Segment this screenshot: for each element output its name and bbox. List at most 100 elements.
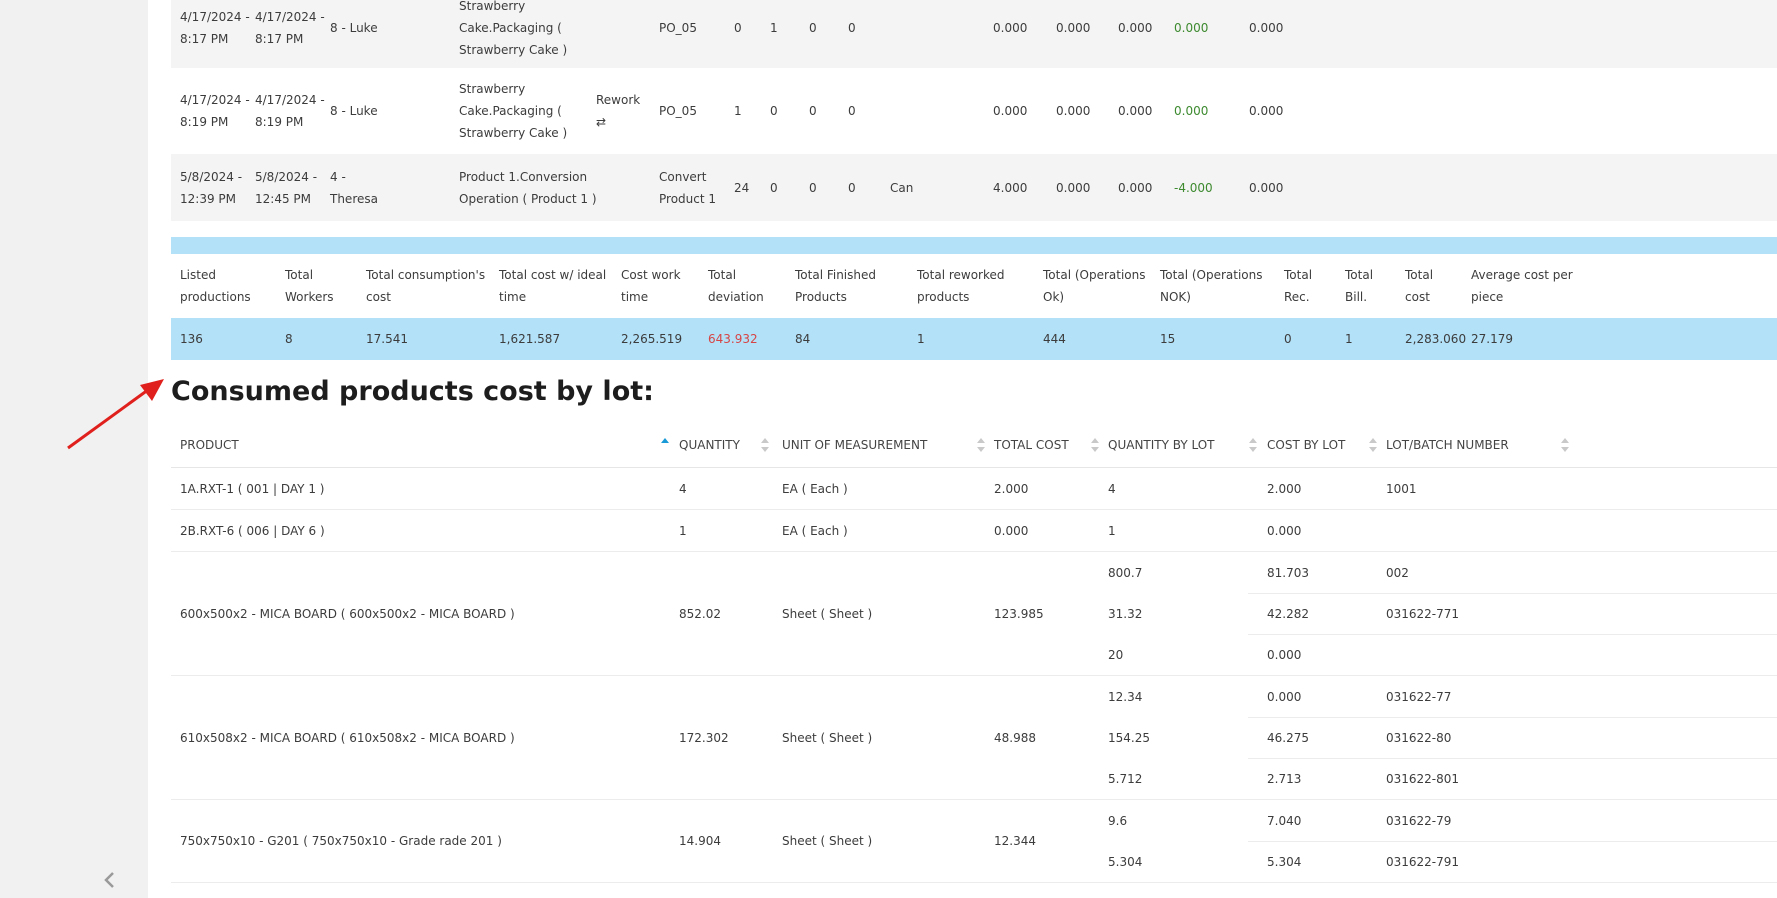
cell-product: 600x500x2 - MICA BOARD ( 600x500x2 - MIC…	[180, 606, 515, 621]
lot-subrow: 800.7 81.703 002	[1108, 552, 1777, 594]
cell-lot-cost: 0.000	[1267, 689, 1302, 704]
column-header[interactable]: TOTAL COST	[994, 423, 1069, 467]
column-header[interactable]: COST BY LOT	[1267, 423, 1345, 467]
cell-lot-qty: 20	[1108, 647, 1124, 662]
sort-icon[interactable]	[977, 437, 985, 453]
cell-c2-text: 0.000	[1056, 180, 1091, 195]
cell-lot-cost: 2.713	[1267, 771, 1302, 786]
cell-n1-text: 24	[734, 180, 750, 195]
summary-values-row: 136 8 17.541 1,621.587 2,265.519 643.932 84 1 44…	[171, 318, 1777, 360]
summary-value-cell: 17.541	[366, 332, 408, 346]
cell-lot-cost: 46.275	[1267, 730, 1309, 745]
cell-worker-text: 4 - Theresa	[330, 169, 378, 206]
column-header[interactable]: QUANTITY BY LOT	[1108, 423, 1215, 467]
summary-header-cell: Total (Operations NOK)	[1160, 268, 1263, 304]
cell-total_cost: 0.000	[994, 523, 1029, 538]
table-header: PRODUCT QUANTITY UNIT OF MEASUREMENT TOTAL …	[171, 423, 1777, 468]
cell-c3: 0.000	[1118, 68, 1168, 154]
main-content: 4/17/2024 - 8:17 PM 4/17/2024 - 8:17 PM 8 …	[171, 0, 1777, 898]
cell-lot-cost: 2.000	[1267, 481, 1302, 496]
summary-value-cell: 15	[1160, 332, 1176, 346]
section-title: Consumed products cost by lot:	[171, 376, 654, 407]
cell-n3: 0	[809, 154, 839, 221]
summary-value-cell: 136	[180, 332, 203, 346]
sort-ascending-icon[interactable]	[661, 437, 669, 453]
cell-dev: 0.000	[1174, 68, 1234, 154]
cell-n4: 0	[848, 154, 878, 221]
column-header[interactable]: LOT/BATCH NUMBER	[1386, 423, 1509, 467]
collapse-sidebar-button[interactable]	[96, 866, 124, 894]
summary-header: Listed productions Total Workers Total con…	[171, 254, 1777, 318]
cell-unit: EA ( Each )	[782, 523, 848, 538]
cell-c2-text: 0.000	[1056, 21, 1091, 35]
cell-c1: 4.000	[993, 154, 1043, 221]
cell-order: Convert Product 1	[659, 154, 739, 221]
cell-unit: EA ( Each )	[782, 481, 848, 496]
cell-n3: 0	[809, 68, 839, 154]
summary-header-cell: Listed productions	[180, 268, 251, 304]
cell-c5: 0.000	[1249, 154, 1299, 221]
cell-c2: 0.000	[1056, 68, 1106, 154]
cell-c1: 0.000	[993, 0, 1043, 68]
table-row: 600x500x2 - MICA BOARD ( 600x500x2 - MIC…	[171, 552, 1777, 676]
sort-icon[interactable]	[761, 437, 769, 453]
cell-quantity: 4	[679, 481, 687, 496]
cell-n1: 0	[734, 0, 764, 68]
lot-cost-table: PRODUCT QUANTITY UNIT OF MEASUREMENT TOTAL …	[171, 423, 1777, 883]
cell-end: 4/17/2024 - 8:17 PM	[255, 0, 325, 68]
cell-lot-lot: 1001	[1386, 481, 1417, 496]
cell-lot-cost: 81.703	[1267, 565, 1309, 580]
cell-c5-text: 0.000	[1249, 104, 1284, 118]
cell-lot-cost: 0.000	[1267, 523, 1302, 538]
summary-header-cell: Total deviation	[708, 268, 764, 304]
summary-value-cell: 1	[917, 332, 925, 346]
summary-header-cell: Total cost	[1405, 268, 1434, 304]
summary-value-cell: 1	[1345, 332, 1353, 346]
cell-c3: 0.000	[1118, 0, 1168, 68]
cell-end: 4/17/2024 - 8:19 PM	[255, 68, 325, 154]
cell-lot-qty: 1	[1108, 523, 1116, 538]
production-table: 4/17/2024 - 8:17 PM 4/17/2024 - 8:17 PM 8 …	[171, 0, 1777, 221]
summary-value-cell: 84	[795, 332, 811, 346]
cell-worker: 4 - Theresa	[330, 154, 410, 221]
sort-icon[interactable]	[1561, 437, 1569, 453]
cell-start-text: 5/8/2024 - 12:39 PM	[180, 169, 243, 206]
summary-value-cell: 643.932	[708, 332, 758, 346]
cell-dev-text: 0.000	[1174, 21, 1209, 35]
cell-n4-text: 0	[848, 104, 856, 118]
summary-header-cell: Total Finished Products	[795, 268, 876, 304]
cell-total_cost: 12.344	[994, 834, 1036, 848]
cell-dev: -4.000	[1174, 154, 1234, 221]
cell-order-text: PO_05	[659, 21, 697, 35]
cell-c2: 0.000	[1056, 154, 1106, 221]
cell-product: 750x750x10 - G201 ( 750x750x10 - Grade r…	[180, 834, 502, 848]
cell-n4: 0	[848, 68, 878, 154]
cell-c1-text: 0.000	[993, 104, 1028, 118]
cell-lot-lot: 031622-771	[1386, 606, 1460, 621]
summary-value-cell: 27.179	[1471, 332, 1513, 346]
cell-lot-lot: 031622-801	[1386, 771, 1460, 786]
cell-start: 4/17/2024 - 8:17 PM	[180, 0, 250, 68]
cell-lot-lot: 031622-77	[1386, 689, 1452, 704]
cell-unit: Sheet ( Sheet )	[782, 606, 873, 621]
cell-n2-text: 0	[770, 180, 778, 195]
sort-icon[interactable]	[1369, 437, 1377, 453]
cell-n3-text: 0	[809, 180, 817, 195]
sort-icon[interactable]	[1249, 437, 1257, 453]
repeat-icon[interactable]: ⇄	[596, 111, 606, 133]
cell-operation: Strawberry Cake.Packaging ( Strawberry C…	[459, 68, 609, 154]
summary-value-cell: 0	[1284, 332, 1292, 346]
column-header[interactable]: UNIT OF MEASUREMENT	[782, 423, 927, 467]
sort-icon[interactable]	[1091, 437, 1099, 453]
cell-n1: 1	[734, 68, 764, 154]
cell-n3-text: 0	[809, 21, 817, 35]
summary-header-cell: Total reworked products	[917, 268, 1005, 304]
cell-c1-text: 4.000	[993, 180, 1028, 195]
lot-subrow: 31.32 42.282 031622-771	[1108, 593, 1777, 635]
cell-extra: Can	[890, 154, 930, 221]
column-header[interactable]: QUANTITY	[679, 423, 740, 467]
cell-unit: Sheet ( Sheet )	[782, 730, 873, 745]
cell-n2: 0	[770, 154, 800, 221]
column-header[interactable]: PRODUCT	[180, 423, 239, 467]
cell-lot-qty: 154.25	[1108, 730, 1150, 745]
